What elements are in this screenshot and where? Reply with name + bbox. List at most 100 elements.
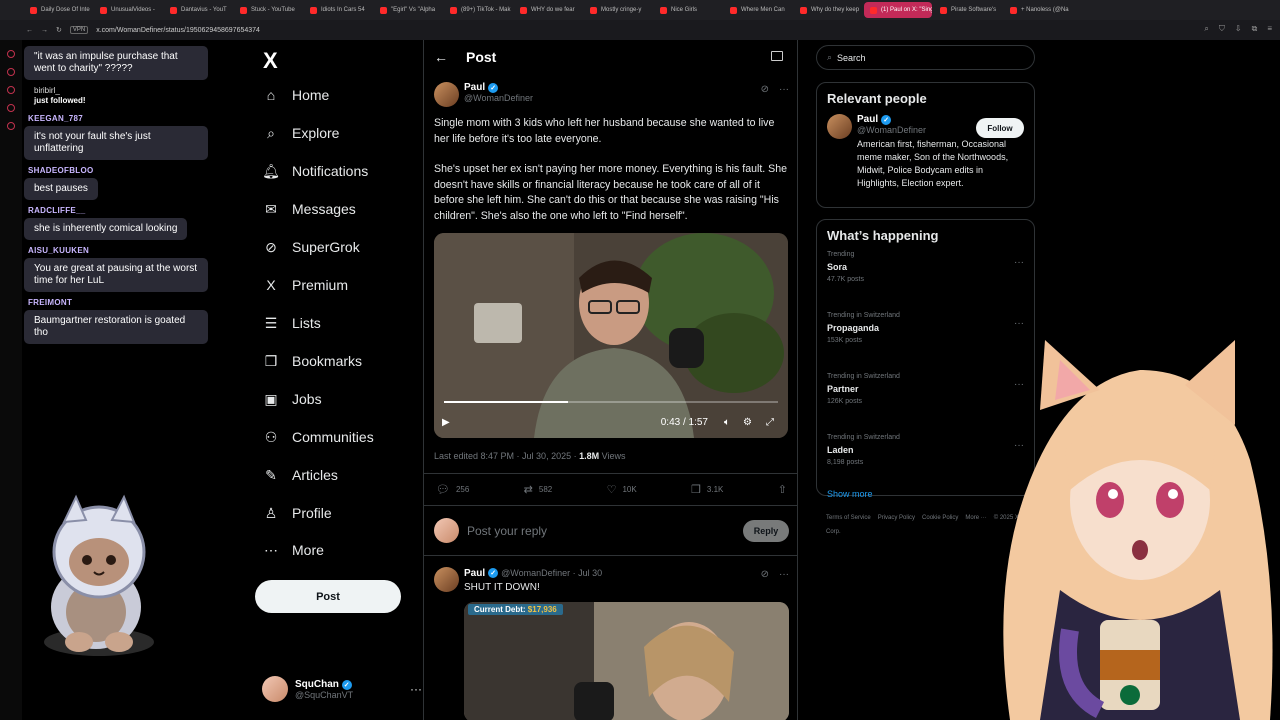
browser-tab[interactable]: "Egirl" Vs "Alpha [374,2,442,18]
nav-item-articles[interactable]: ✎ Articles [263,467,338,484]
search-input[interactable]: ⌕ Search [816,45,1035,70]
video-progress-fill [444,401,568,403]
chat-message: AISU_KUUKEN You are great at pausing at t… [24,246,224,292]
reply-button[interactable]: Reply [743,519,789,542]
author-handle[interactable]: @WomanDefiner [464,93,533,103]
reload-icon[interactable]: ↻ [56,26,62,34]
fullscreen-icon[interactable]: ⤢ [766,417,774,428]
zoom-icon[interactable]: ⌕ [1204,24,1208,34]
verified-icon: ✓ [488,568,499,578]
avatar[interactable] [827,114,852,139]
tab-title: (1) Paul on X: "Single mo [881,7,932,13]
nav-item-label: Premium [292,277,349,293]
back-icon[interactable]: ← [26,27,33,34]
browser-tab[interactable]: Stuck - YouTube [234,2,302,18]
tweet-text: Single mom with 3 kids who left her husb… [434,116,790,239]
nav-item-jobs[interactable]: ▣ Jobs [263,390,322,408]
author-name[interactable]: Paul ✓ @WomanDefiner · Jul 30 [464,567,602,579]
reply-tweet[interactable]: Paul ✓ @WomanDefiner · Jul 30 ⊘ ··· SHUT … [434,567,789,720]
shield-icon[interactable]: ⛉ [1219,24,1225,34]
browser-tab[interactable]: Nice Girls [654,2,722,18]
post-button[interactable]: Post [255,580,401,613]
play-icon[interactable]: ▶ [442,417,450,428]
url-field[interactable]: x.com/WomanDefiner/status/19506294586976… [96,27,260,34]
menu-icon[interactable]: ≡ [1267,24,1272,34]
bookmark-icon: ❒ [691,484,701,496]
footer-link[interactable]: Privacy Policy [878,515,915,521]
browser-tab[interactable]: Pirate Software's [934,2,1002,18]
nav-item-lists[interactable]: ☰ Lists [263,315,321,332]
video-progress-bar[interactable] [444,401,778,403]
nav-item-notifications[interactable]: 🔔︎ Notifications [262,163,368,180]
reader-mode-icon[interactable] [771,51,783,61]
more-icon[interactable]: ··· [1014,318,1024,329]
video-time: 0:43 / 1:57 [660,416,708,428]
browser-tab[interactable]: (89+) TikTok - Mak [444,2,512,18]
nav-item-label: Jobs [292,391,322,407]
reply-input[interactable]: Post your reply [467,524,735,538]
reply-tweet-media[interactable]: Current Debt: $17,936 [464,602,789,720]
nav-item-bookmarks[interactable]: ❒ Bookmarks [263,353,362,370]
browser-tab[interactable]: Dantavius - YouT [164,2,232,18]
trend-item[interactable]: Trending Sora 47.7K posts ··· [817,251,1034,304]
browser-tab[interactable]: Daily Dose Of Inte [24,2,92,18]
more-icon[interactable]: ··· [1014,257,1024,268]
browser-tab[interactable]: Where Men Can [724,2,792,18]
nav-item-explore[interactable]: ⌕ Explore [263,125,339,142]
briefcase-icon: ▣ [264,390,278,407]
dock-icon[interactable] [7,50,15,58]
nav-item-more[interactable]: ⋯ More [263,542,324,559]
tab-favicon-icon [590,6,597,14]
dock-icon[interactable] [7,86,15,94]
settings-icon[interactable]: ⚙ [743,417,752,428]
nav-item-communities[interactable]: ⚇ Communities [263,429,374,446]
browser-tab[interactable]: UnusualVideos - [94,2,162,18]
grok-icon[interactable]: ⊘ [761,84,769,95]
download-icon[interactable]: ⇩ [1235,24,1242,34]
avatar[interactable] [434,82,459,107]
x-logo-icon[interactable]: X [263,48,278,74]
browser-tab[interactable]: Idiots In Cars 54 [304,2,372,18]
author-name[interactable]: Paul ✓ [464,82,533,93]
nav-item-messages[interactable]: ✉ Messages [263,201,356,218]
browser-tab[interactable]: (1) Paul on X: "Single mo [864,2,932,18]
trend-context: Trending in Switzerland [827,312,900,319]
dock-icon[interactable] [7,68,15,76]
browser-tab[interactable]: Why do they keep [794,2,862,18]
nav-item-premium[interactable]: X Premium [263,277,348,293]
reply-action[interactable]: 💬︎ 256 [436,483,469,496]
nav-item-profile[interactable]: ♙ Profile [263,505,332,522]
chat-message-text: best pauses [24,178,98,200]
more-icon[interactable]: ··· [410,682,422,696]
person-card[interactable]: Paul ✓ @WomanDefiner American first, fish… [817,106,1034,198]
footer-link[interactable]: Terms of Service [826,515,871,521]
vpn-badge[interactable]: VPN [69,26,89,34]
grok-icon[interactable]: ⊘ [761,569,769,580]
extensions-icon[interactable]: ⧉ [1252,24,1258,34]
video-player[interactable]: ▶ 0:43 / 1:57 🔈︎ ⚙ ⤢ [434,233,788,438]
tab-favicon-icon [170,6,177,14]
volume-icon[interactable]: 🔈︎ [724,417,730,428]
browser-tab[interactable]: Mostly cringe-y [584,2,652,18]
more-icon[interactable]: ··· [779,84,789,95]
nav-item-home[interactable]: ⌂ Home [263,87,330,103]
dock-icon[interactable] [7,104,15,112]
account-switcher[interactable]: SquChan ✓ @SquChanVT ··· [262,676,422,702]
dock-icon[interactable] [7,122,15,130]
follow-button[interactable]: Follow [976,118,1024,138]
share-action[interactable]: ⇧ [778,483,787,496]
footer-link[interactable]: Cookie Policy [922,515,958,521]
avatar[interactable] [434,567,459,592]
forward-icon[interactable]: → [41,27,48,34]
chat-message-text: it's not your fault she's just unflatter… [24,126,208,160]
browser-tab[interactable]: WHY do we fear [514,2,582,18]
repost-action[interactable]: ⇄ 582 [524,483,553,496]
like-action[interactable]: ♡ 10K [607,483,637,496]
edited-time[interactable]: Last edited 8:47 PM · Jul 30, 2025 · [434,451,577,461]
bookmark-action[interactable]: ❒ 3.1K [691,483,723,496]
nav-item-supergrok[interactable]: ⊘ SuperGrok [263,239,360,256]
back-arrow-icon[interactable]: ← [434,49,448,65]
more-icon[interactable]: ··· [779,569,789,580]
cat-mascot-image [44,494,154,656]
browser-tab[interactable]: + Nanoless (@Na [1004,2,1072,18]
